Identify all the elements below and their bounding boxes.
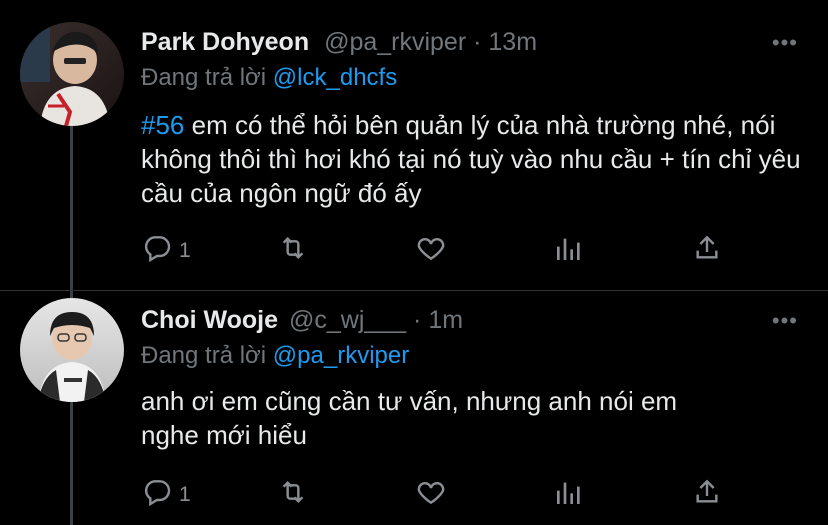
display-name[interactable]: Park Dohyeon <box>141 28 309 56</box>
separator-dot: · <box>473 28 482 56</box>
reply-context: Đang trả lời @pa_rkviper <box>141 342 409 370</box>
tweet-text: anh ơi em cũng cần tư vấn, nhưng anh nói… <box>141 386 678 450</box>
reply-to-mention[interactable]: @lck_dhcfs <box>273 64 397 91</box>
reply-count: 1 <box>179 238 191 262</box>
tweet-header: Choi Wooje @c_wj___ · 1m <box>141 306 463 335</box>
reply-context: Đang trả lời @lck_dhcfs <box>141 64 397 92</box>
like-button[interactable] <box>415 232 447 269</box>
retweet-icon <box>277 232 309 269</box>
action-bar: 1 <box>141 476 741 510</box>
tweet-header: Park Dohyeon @pa_rkviper · 13m <box>141 28 537 57</box>
reply-icon <box>141 232 173 269</box>
analytics-button[interactable] <box>553 476 585 513</box>
reply-count: 1 <box>179 482 191 506</box>
tweet-text: #56 em có thể hỏi bên quản lý của nhà tr… <box>141 108 801 210</box>
tweet-body-text: em có thể hỏi bên quản lý của nhà trường… <box>141 110 801 208</box>
like-icon <box>415 476 447 513</box>
share-icon <box>691 232 723 269</box>
reply-button[interactable]: 1 <box>141 476 191 513</box>
display-name[interactable]: Choi Wooje <box>141 306 278 334</box>
like-button[interactable] <box>415 476 447 513</box>
user-handle[interactable]: @pa_rkviper <box>324 28 466 56</box>
more-options-icon[interactable]: ••• <box>772 30 798 56</box>
reply-button[interactable]: 1 <box>141 232 191 269</box>
user-handle[interactable]: @c_wj___ <box>289 306 406 334</box>
timestamp[interactable]: 13m <box>488 28 537 56</box>
tweet-2[interactable]: Choi Wooje @c_wj___ · 1m ••• Đang trả lờ… <box>0 290 828 525</box>
tweet-1[interactable]: Park Dohyeon @pa_rkviper · 13m ••• Đang … <box>0 0 828 290</box>
reply-to-mention[interactable]: @pa_rkviper <box>273 342 409 369</box>
timestamp[interactable]: 1m <box>428 306 463 334</box>
share-icon <box>691 476 723 513</box>
analytics-icon <box>553 232 585 269</box>
reply-prefix: Đang trả lời <box>141 64 267 91</box>
retweet-icon <box>277 476 309 513</box>
avatar[interactable] <box>20 298 124 402</box>
analytics-icon <box>553 476 585 513</box>
share-button[interactable] <box>691 476 723 513</box>
share-button[interactable] <box>691 232 723 269</box>
reply-icon <box>141 476 173 513</box>
hashtag[interactable]: #56 <box>141 110 184 140</box>
like-icon <box>415 232 447 269</box>
avatar[interactable] <box>20 22 124 126</box>
action-bar: 1 <box>141 232 741 266</box>
analytics-button[interactable] <box>553 232 585 269</box>
retweet-button[interactable] <box>277 476 309 513</box>
separator-dot: · <box>413 306 422 334</box>
more-options-icon[interactable]: ••• <box>772 308 798 334</box>
retweet-button[interactable] <box>277 232 309 269</box>
reply-prefix: Đang trả lời <box>141 342 267 369</box>
